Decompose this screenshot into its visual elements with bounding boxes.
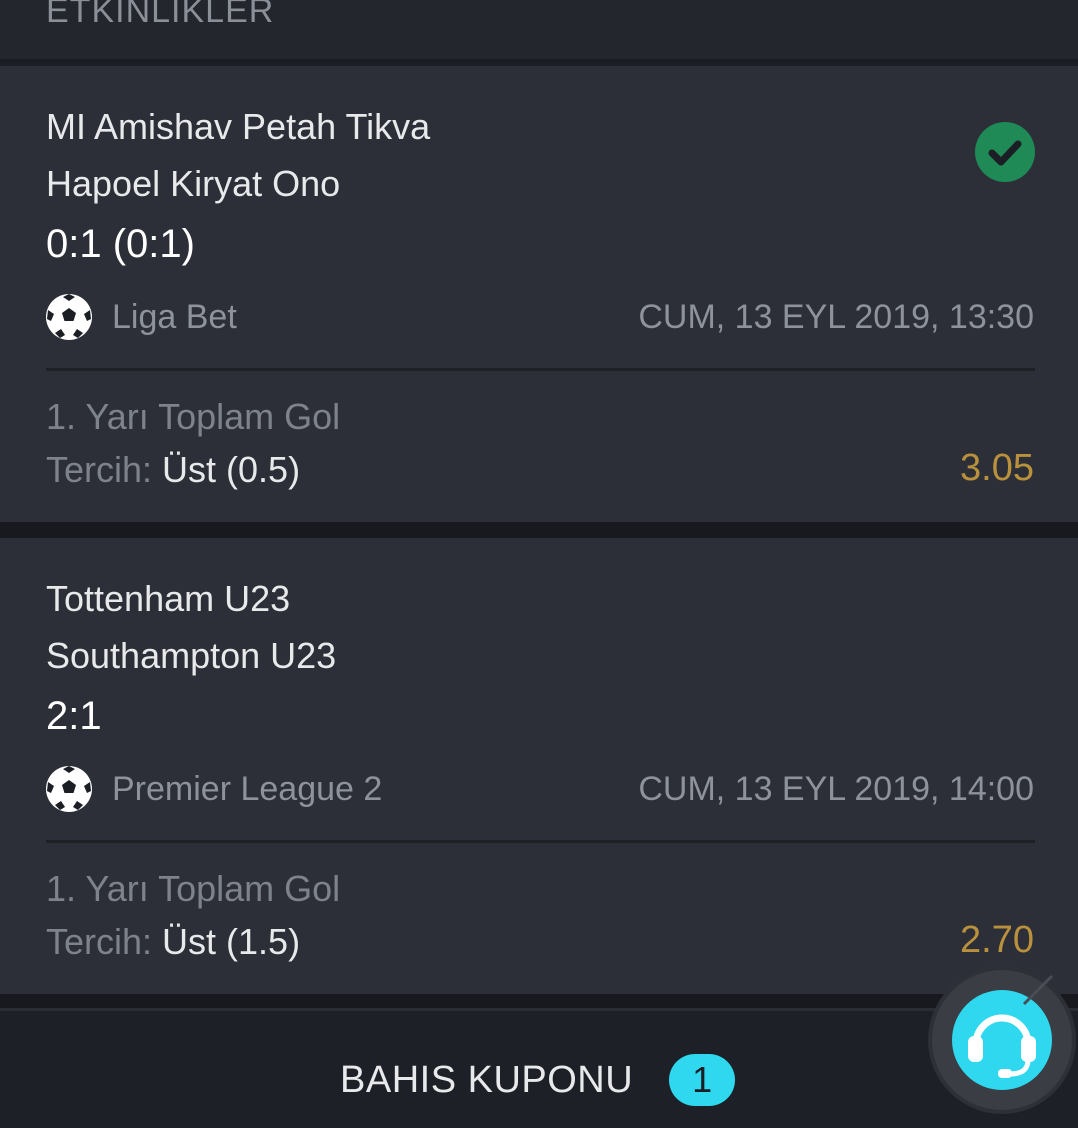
away-team: Southampton U23 — [46, 635, 337, 676]
check-circle-icon — [975, 122, 1035, 182]
selection-label: Tercih: — [46, 449, 153, 490]
bottom-bar: BAHIS KUPONU 1 — [0, 1008, 1078, 1128]
card-separator — [0, 522, 1078, 538]
selection: Tercih: Üst (1.5) — [46, 921, 300, 963]
match-score: 2:1 — [46, 694, 102, 738]
market-name: 1. Yarı Toplam Gol — [46, 396, 341, 437]
league-name: Liga Bet — [112, 298, 237, 336]
soccer-ball-icon — [46, 766, 92, 812]
section-title: ETKINLIKLER — [46, 0, 275, 30]
market-name: 1. Yarı Toplam Gol — [46, 868, 341, 909]
bet-slip-count-badge: 1 — [669, 1054, 736, 1106]
event-card[interactable]: MI Amishav Petah Tikva Hapoel Kiryat Ono… — [0, 66, 1078, 522]
match-score: 0:1 (0:1) — [46, 222, 195, 266]
headset-icon — [952, 974, 1054, 1090]
event-card[interactable]: Tottenham U23 Southampton U23 2:1 Premie… — [0, 538, 1078, 994]
bet-history-page: ETKINLIKLER MI Amishav Petah Tikva Hapoe… — [0, 0, 1078, 1128]
home-team: Tottenham U23 — [46, 578, 291, 619]
divider — [46, 840, 1035, 843]
divider — [46, 368, 1035, 371]
card-separator — [0, 994, 1078, 1008]
soccer-ball-icon — [46, 294, 92, 340]
selection-label: Tercih: — [46, 921, 153, 962]
selection-value: Üst (1.5) — [162, 921, 301, 962]
selection: Tercih: Üst (0.5) — [46, 449, 300, 491]
bet-slip-label: BAHIS KUPONU — [340, 1058, 634, 1101]
match-datetime: CUM, 13 EYL 2019, 14:00 — [638, 770, 1034, 808]
odds-value: 2.70 — [960, 919, 1034, 961]
selection-value: Üst (0.5) — [162, 449, 301, 490]
bet-slip-button[interactable]: BAHIS KUPONU 1 — [340, 1051, 736, 1109]
away-team: Hapoel Kiryat Ono — [46, 163, 341, 204]
match-datetime: CUM, 13 EYL 2019, 13:30 — [638, 298, 1034, 336]
section-header: ETKINLIKLER — [0, 0, 1078, 62]
league-name: Premier League 2 — [112, 770, 383, 808]
odds-value: 3.05 — [960, 447, 1034, 489]
home-team: MI Amishav Petah Tikva — [46, 106, 431, 147]
support-button[interactable] — [932, 970, 1072, 1110]
